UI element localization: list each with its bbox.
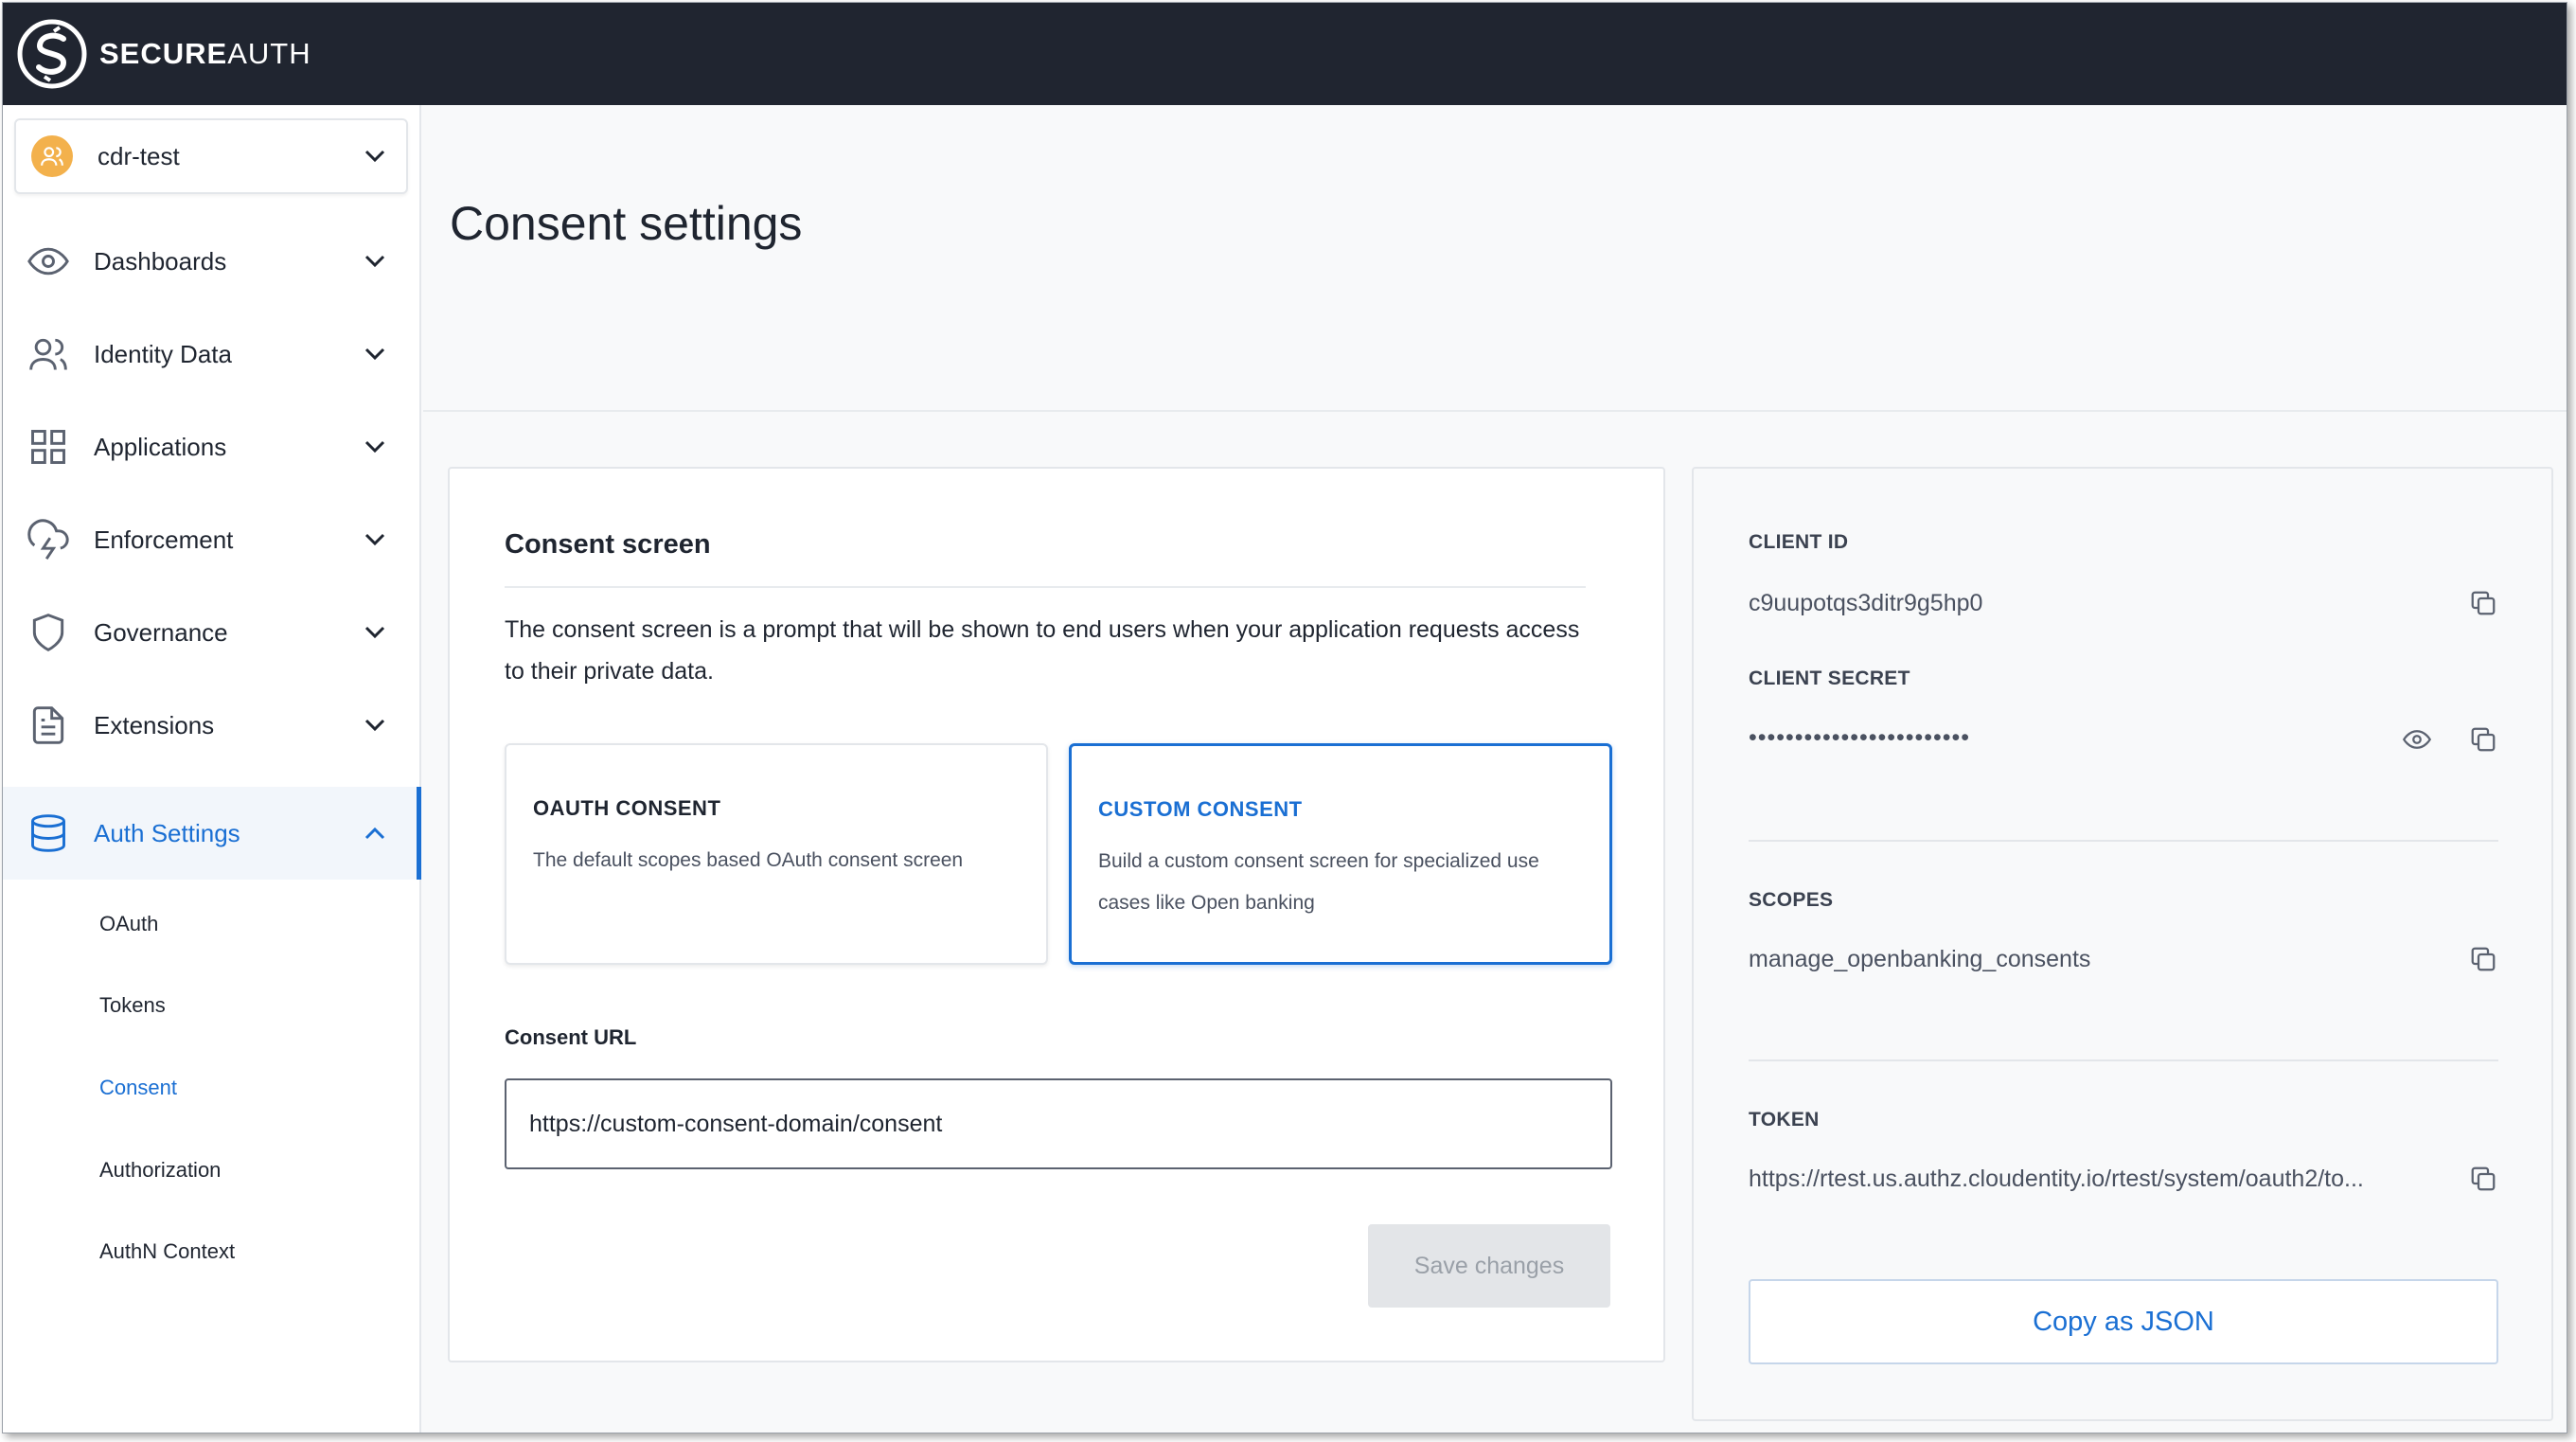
client-secret-value: •••••••••••••••••••••••• (1749, 724, 1971, 751)
sidebar-item-label: Extensions (94, 710, 215, 739)
section-divider (505, 586, 1586, 588)
chevron-up-icon (361, 819, 389, 847)
sidebar: cdr-test Dashboards Identity Data Applic… (3, 105, 421, 1433)
copy-icon[interactable] (2466, 942, 2500, 976)
chevron-down-icon (361, 711, 389, 739)
tenant-avatar (31, 135, 73, 177)
sidebar-item-extensions[interactable]: Extensions (3, 679, 419, 772)
copy-as-json-button[interactable]: Copy as JSON (1749, 1279, 2498, 1364)
chevron-down-icon (361, 618, 389, 647)
scopes-value: manage_openbanking_consents (1749, 946, 2091, 972)
save-changes-button[interactable]: Save changes (1368, 1224, 1610, 1308)
secureauth-logo-icon[interactable] (16, 18, 88, 90)
sidebar-subitem-authn-context[interactable]: AuthN Context (99, 1239, 235, 1264)
sidebar-subitem-consent[interactable]: Consent (99, 1076, 177, 1100)
copy-icon[interactable] (2466, 722, 2500, 757)
custom-consent-option[interactable]: CUSTOM CONSENT Build a custom consent sc… (1069, 743, 1612, 965)
sidebar-subitem-authorization[interactable]: Authorization (99, 1158, 221, 1183)
client-id-value: c9uupotqs3ditr9g5hp0 (1749, 590, 1983, 616)
sidebar-item-label: Enforcement (94, 525, 234, 554)
option-description: Build a custom consent screen for specia… (1098, 850, 1539, 914)
consent-description: The consent screen is a prompt that will… (505, 616, 1580, 685)
tenant-selector[interactable]: cdr-test (14, 118, 408, 194)
chevron-down-icon (361, 142, 389, 170)
option-description: The default scopes based OAuth consent s… (533, 849, 964, 871)
copy-icon[interactable] (2466, 1162, 2500, 1196)
scopes-label: SCOPES (1749, 889, 1834, 911)
cloud-lightning-icon (26, 517, 71, 562)
sidebar-item-auth-settings[interactable]: Auth Settings (3, 787, 421, 880)
grid-icon (26, 424, 71, 470)
client-secret-label: CLIENT SECRET (1749, 668, 1910, 689)
sidebar-item-applications[interactable]: Applications (3, 401, 419, 493)
sidebar-item-dashboards[interactable]: Dashboards (3, 215, 419, 308)
client-details-card: CLIENT ID c9uupotqs3ditr9g5hp0 CLIENT SE… (1692, 467, 2553, 1421)
divider (1749, 840, 2498, 842)
divider (1749, 1059, 2498, 1061)
sidebar-item-governance[interactable]: Governance (3, 586, 419, 679)
tenant-name: cdr-test (98, 141, 180, 170)
sidebar-item-label: Applications (94, 432, 227, 461)
app-window: SECUREAUTH cdr-test Dashboards Identity … (2, 2, 2567, 1433)
document-icon (26, 703, 71, 748)
section-title: Consent screen (505, 529, 711, 560)
database-icon (26, 810, 71, 856)
sidebar-subitem-oauth[interactable]: OAuth (99, 912, 158, 936)
sidebar-item-enforcement[interactable]: Enforcement (3, 493, 419, 586)
option-title: CUSTOM CONSENT (1098, 797, 1303, 821)
top-bar: SECUREAUTH (3, 3, 2567, 105)
sidebar-subitem-tokens[interactable]: Tokens (99, 993, 166, 1018)
consent-url-label: Consent URL (505, 1025, 637, 1049)
sidebar-item-label: Auth Settings (94, 818, 240, 847)
eye-icon (26, 239, 71, 284)
page-header: Consent settings (423, 105, 2567, 412)
page-title: Consent settings (450, 197, 803, 250)
option-title: OAUTH CONSENT (533, 796, 721, 820)
chevron-down-icon (361, 340, 389, 368)
sidebar-item-label: Dashboards (94, 246, 227, 276)
token-label: TOKEN (1749, 1109, 1820, 1130)
oauth-consent-option[interactable]: OAUTH CONSENT The default scopes based O… (505, 743, 1048, 965)
eye-icon[interactable] (2400, 722, 2434, 757)
client-id-label: CLIENT ID (1749, 531, 1849, 553)
users-icon (41, 147, 63, 166)
copy-icon[interactable] (2466, 586, 2500, 620)
token-value: https://rtest.us.authz.cloudentity.io/rt… (1749, 1166, 2364, 1192)
shield-icon (26, 610, 71, 655)
chevron-down-icon (361, 525, 389, 554)
consent-url-input[interactable] (505, 1078, 1612, 1169)
sidebar-item-label: Governance (94, 617, 228, 647)
sidebar-item-identity-data[interactable]: Identity Data (3, 308, 419, 401)
users-icon (26, 331, 71, 377)
brand-name: SECUREAUTH (99, 37, 311, 70)
chevron-down-icon (361, 247, 389, 276)
chevron-down-icon (361, 433, 389, 461)
consent-card: Consent screen The consent screen is a p… (448, 467, 1665, 1362)
sidebar-item-label: Identity Data (94, 339, 232, 368)
